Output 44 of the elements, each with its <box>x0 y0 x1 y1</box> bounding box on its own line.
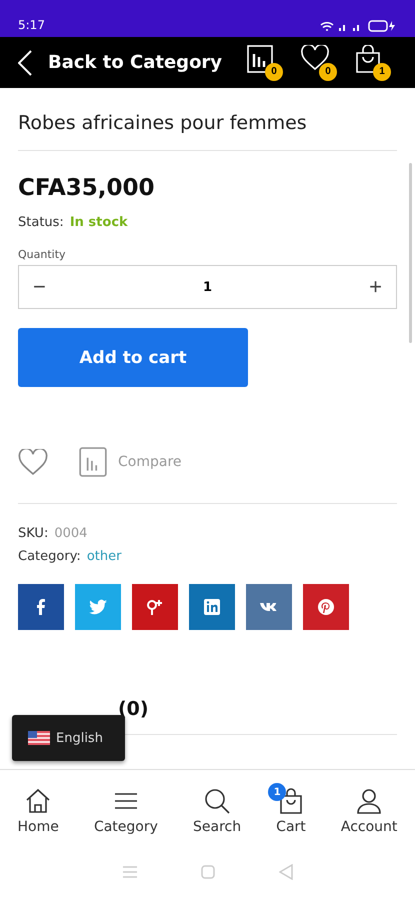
count-badge: 0 <box>265 62 283 80</box>
quantity-value: 1 <box>202 280 212 294</box>
user-icon <box>355 787 384 815</box>
linkedin-icon <box>202 597 222 617</box>
shopping-bag-icon <box>355 44 381 72</box>
add-to-cart-button[interactable]: Add to cart <box>18 328 248 387</box>
twitter-icon <box>88 597 108 617</box>
nav-tab[interactable]: Home <box>8 783 69 835</box>
nav-tab[interactable]: Cart 1 <box>266 783 316 835</box>
share-button[interactable] <box>189 584 235 630</box>
compare-button[interactable]: 0 <box>247 44 283 80</box>
quantity-label: Quantity <box>18 248 67 261</box>
status-time: 5:17 <box>18 18 45 32</box>
bar-chart-icon <box>78 447 108 477</box>
flag-icon <box>28 731 50 745</box>
product-price: CFA35,000 <box>18 175 156 201</box>
cart-count-badge: 1 <box>268 783 286 801</box>
home-icon <box>24 787 52 815</box>
sku-value: 0004 <box>54 526 88 541</box>
googleplus-icon <box>145 597 165 617</box>
bar-chart-icon <box>247 44 273 72</box>
language-button[interactable]: English <box>12 715 125 761</box>
product-title: Robes africaines pour femmes <box>18 88 397 151</box>
wishlist-button[interactable]: 0 <box>301 44 337 80</box>
back-button[interactable]: Back to Category <box>18 50 222 76</box>
pinterest-icon <box>316 597 336 617</box>
nav-tab[interactable]: Category <box>84 783 168 835</box>
decrease-button[interactable]: − <box>33 274 46 300</box>
count-badge: 1 <box>373 62 391 80</box>
stock-status: In stock <box>70 215 128 230</box>
search-icon <box>203 787 232 815</box>
share-button[interactable] <box>303 584 349 630</box>
cart-button[interactable]: 1 <box>355 44 391 80</box>
nav-tab[interactable]: Account <box>330 783 408 835</box>
sku-label: SKU: <box>18 526 48 541</box>
share-button[interactable] <box>18 584 64 630</box>
share-button[interactable] <box>246 584 292 630</box>
nav-tab[interactable]: Search <box>182 783 252 835</box>
heart-icon[interactable] <box>18 448 48 476</box>
increase-button[interactable]: + <box>369 274 382 300</box>
status-label: Status: <box>18 215 64 230</box>
share-button[interactable] <box>132 584 178 630</box>
category-label: Category: <box>18 549 81 564</box>
count-badge: 0 <box>319 62 337 80</box>
